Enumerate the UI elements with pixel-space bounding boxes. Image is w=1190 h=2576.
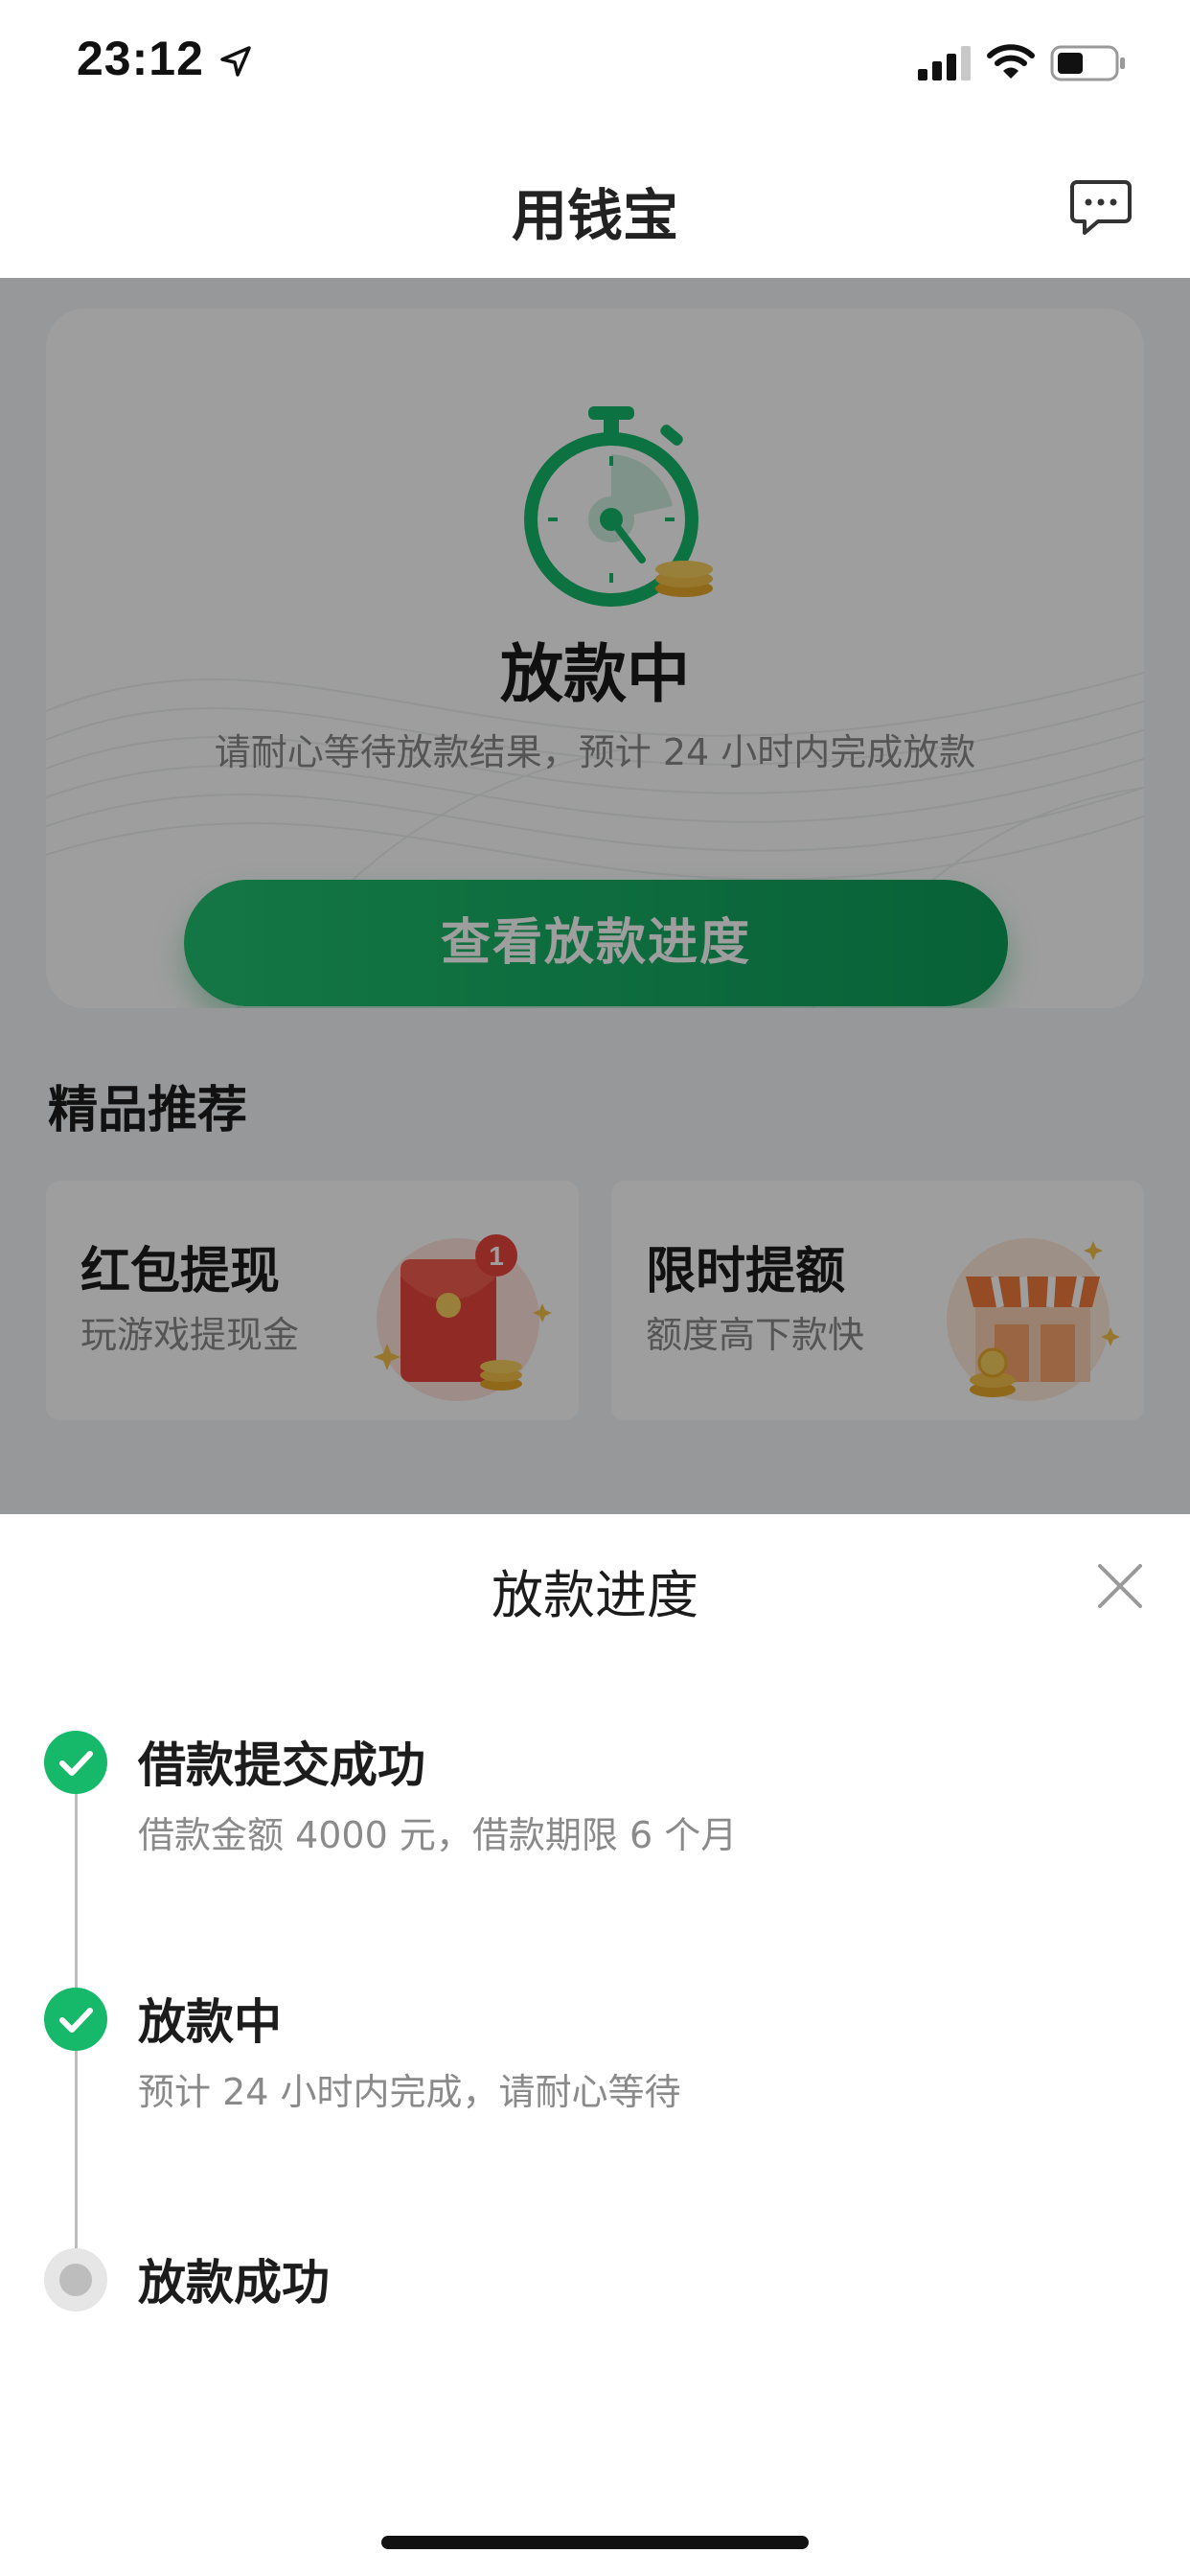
- sheet-title: 放款进度: [492, 1565, 698, 1625]
- page-title: 用钱宝: [511, 183, 678, 248]
- step-check-icon: [44, 1731, 107, 1794]
- step-pending-icon: [44, 2248, 107, 2312]
- step-description: 借款金额 4000 元，借款期限 6 个月: [138, 1814, 738, 1856]
- step-title: 借款提交成功: [138, 1737, 425, 1793]
- nav-bar: 用钱宝: [0, 134, 1190, 278]
- wifi-icon: [987, 44, 1035, 79]
- step-description: 预计 24 小时内完成，请耐心等待: [138, 2071, 681, 2113]
- close-icon[interactable]: [1094, 1560, 1146, 1612]
- cellular-signal-icon: [918, 46, 971, 80]
- status-bar: 23:12: [0, 0, 1190, 134]
- status-time: 23:12: [77, 32, 204, 85]
- battery-icon: [1050, 45, 1125, 81]
- modal-backdrop[interactable]: [0, 278, 1190, 1514]
- message-icon[interactable]: [1069, 178, 1133, 238]
- step-title: 放款中: [138, 1994, 282, 2050]
- home-indicator[interactable]: [381, 2536, 809, 2549]
- step-title: 放款成功: [138, 2255, 330, 2311]
- loan-progress-sheet: 放款进度 借款提交成功 借款金额 4000 元，借款期限 6 个月 放款中 预计…: [0, 1514, 1190, 2576]
- step-check-icon: [44, 1988, 107, 2051]
- location-arrow-icon: [220, 46, 251, 77]
